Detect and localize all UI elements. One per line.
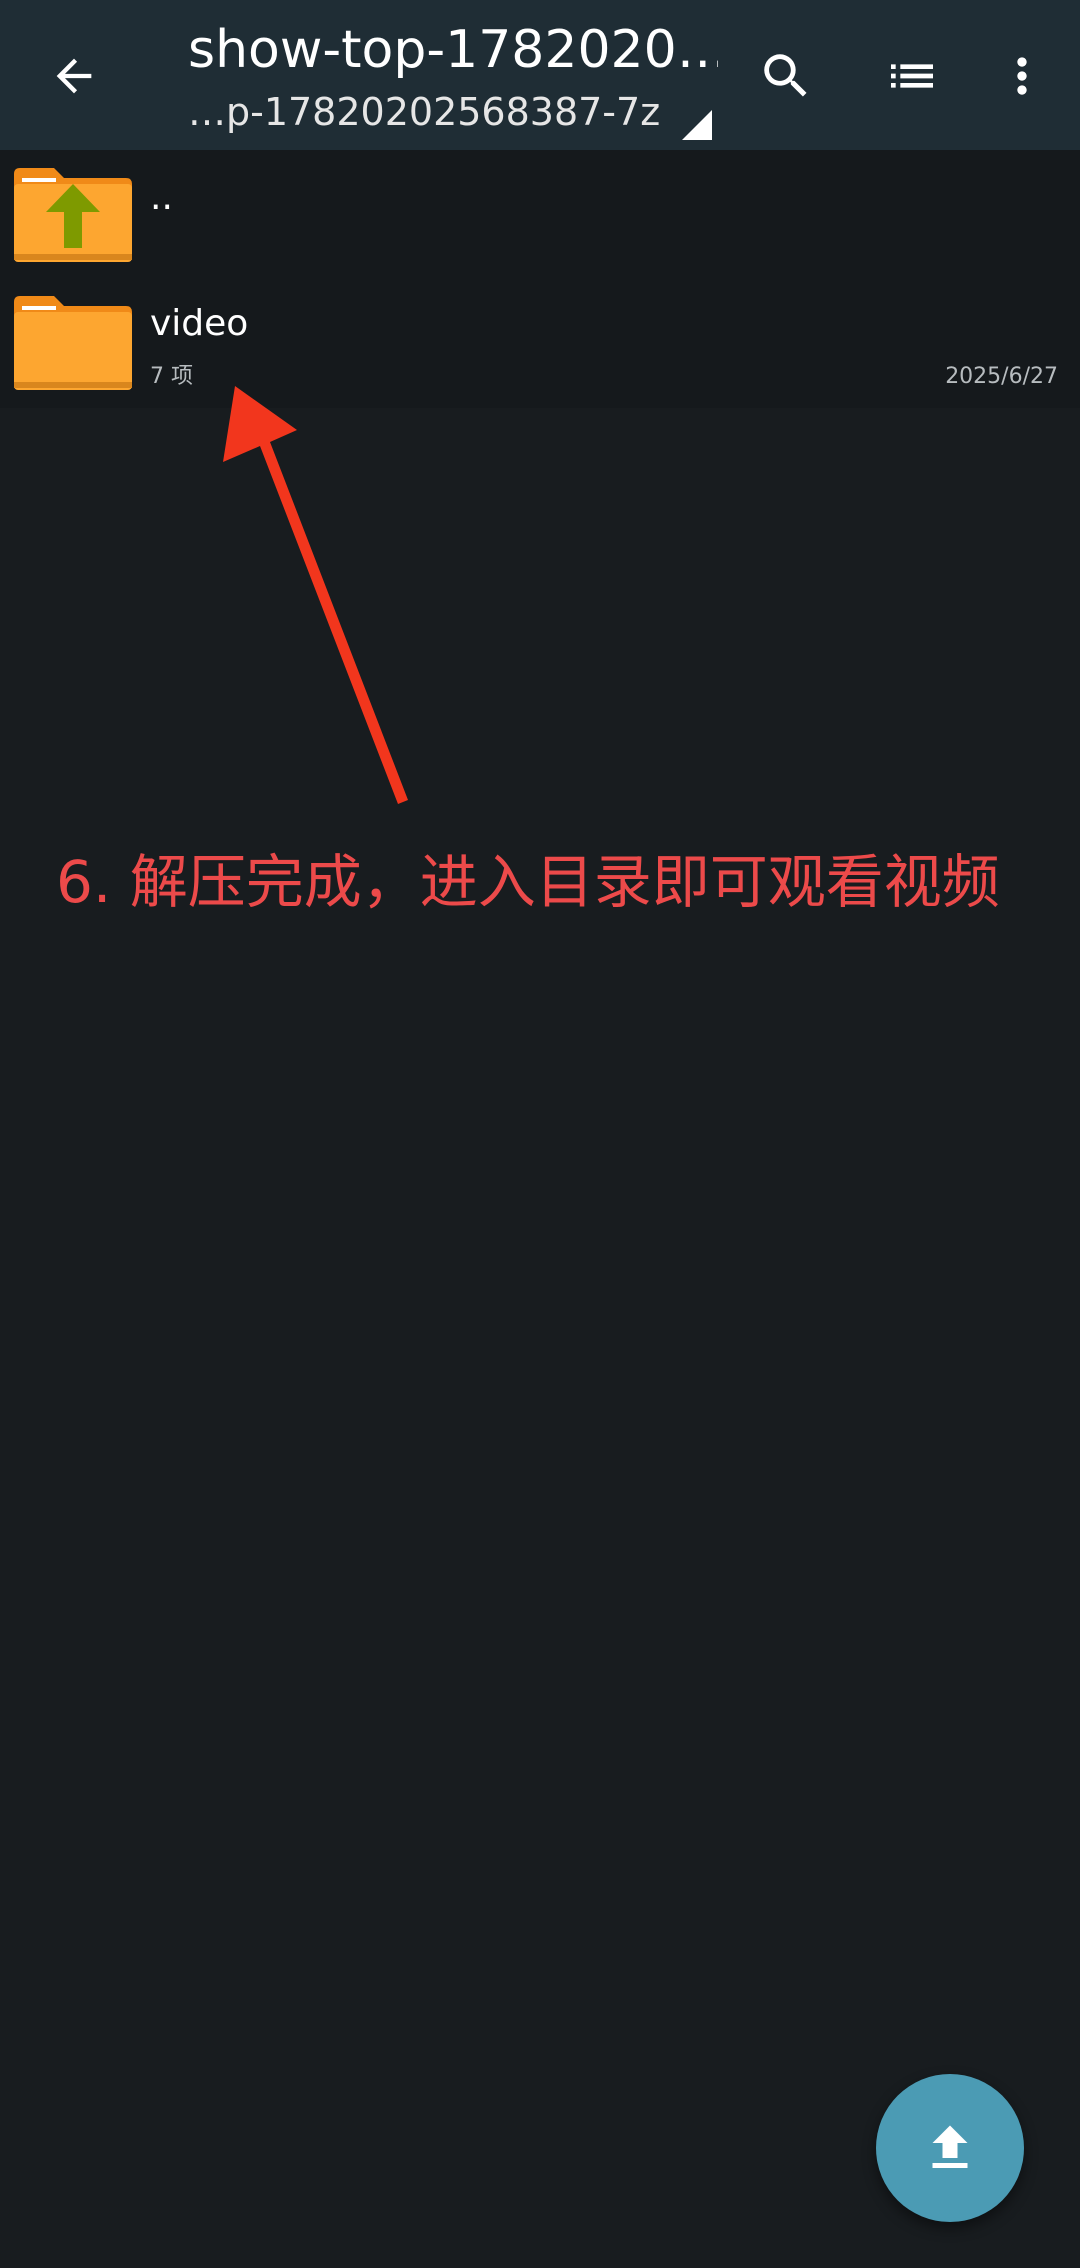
file-list: .. video 7 项 2025/6/27: [0, 150, 1080, 408]
list-view-button[interactable]: [872, 36, 952, 116]
item-count: 7 项: [150, 364, 193, 389]
file-manager-screen: show-top-1782020… …p-17820202568387-7z .…: [0, 0, 1080, 2268]
file-row-video[interactable]: video 7 项 2025/6/27: [0, 280, 1080, 408]
search-icon: [764, 54, 807, 97]
folder-path-subtitle[interactable]: …p-17820202568387-7z: [188, 86, 668, 138]
annotation-text: 6. 解压完成，进入目录即可观看视频: [56, 848, 1000, 916]
back-arrow-icon: [56, 58, 92, 94]
back-button[interactable]: [34, 36, 114, 116]
list-view-icon: [891, 64, 933, 88]
more-vert-icon: [1017, 57, 1027, 95]
folder-title[interactable]: show-top-1782020…: [188, 14, 718, 86]
dropdown-corner-icon[interactable]: [682, 110, 712, 140]
file-row-parent-directory[interactable]: ..: [0, 152, 1080, 280]
upload-fab-button[interactable]: [876, 2074, 1024, 2222]
folder-up-icon: [14, 168, 132, 262]
top-app-bar: show-top-1782020… …p-17820202568387-7z: [0, 0, 1080, 150]
search-button[interactable]: [746, 36, 826, 116]
more-options-button[interactable]: [982, 36, 1062, 116]
file-name: ..: [150, 177, 173, 218]
upload-icon: [932, 2125, 968, 2168]
folder-icon: [14, 296, 132, 390]
file-name: video: [150, 303, 249, 344]
modified-date: 2025/6/27: [945, 364, 1058, 389]
